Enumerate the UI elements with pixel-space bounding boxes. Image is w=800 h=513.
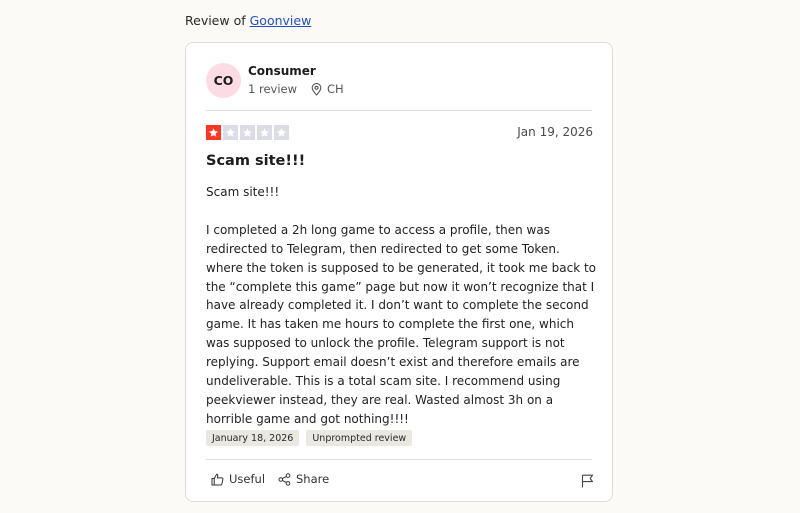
- reviewer-country: CH: [327, 82, 344, 96]
- star-empty-icon: [223, 125, 238, 140]
- company-link[interactable]: Goonview: [250, 13, 312, 28]
- header-divider: [206, 110, 592, 111]
- review-of-prefix: Review of: [185, 13, 246, 28]
- review-tags: January 18, 2026 Unprompted review: [206, 430, 413, 446]
- review-of-heading: Review of Goonview: [185, 13, 311, 28]
- star-empty-icon: [274, 125, 289, 140]
- star-filled-icon: [206, 125, 221, 140]
- thumbs-up-icon: [211, 473, 224, 485]
- avatar[interactable]: CO: [206, 63, 241, 98]
- share-label: Share: [296, 472, 330, 486]
- review-body: Scam site!!! I completed a 2h long game …: [206, 185, 597, 426]
- reviewer-meta: 1 review CH: [248, 82, 344, 96]
- review-card: CO Consumer 1 review CH Jan 19, 2026 Sca…: [185, 42, 613, 502]
- review-title: Scam site!!!: [206, 153, 306, 169]
- experience-date-tag: January 18, 2026: [206, 430, 300, 446]
- unprompted-review-tag: Unprompted review: [306, 430, 413, 446]
- reviewer-name[interactable]: Consumer: [248, 64, 316, 78]
- flag-icon: [581, 474, 594, 488]
- share-button[interactable]: Share: [278, 472, 329, 486]
- star-empty-icon: [257, 125, 272, 140]
- star-rating: [206, 125, 289, 140]
- review-date: Jan 19, 2026: [517, 125, 593, 139]
- useful-label: Useful: [229, 472, 266, 486]
- share-icon: [278, 472, 291, 486]
- review-count: 1 review: [248, 82, 298, 96]
- star-empty-icon: [240, 125, 255, 140]
- useful-button[interactable]: Useful: [211, 472, 265, 486]
- location-pin-icon: [311, 82, 322, 96]
- footer-divider: [206, 459, 592, 460]
- flag-button[interactable]: [581, 473, 594, 492]
